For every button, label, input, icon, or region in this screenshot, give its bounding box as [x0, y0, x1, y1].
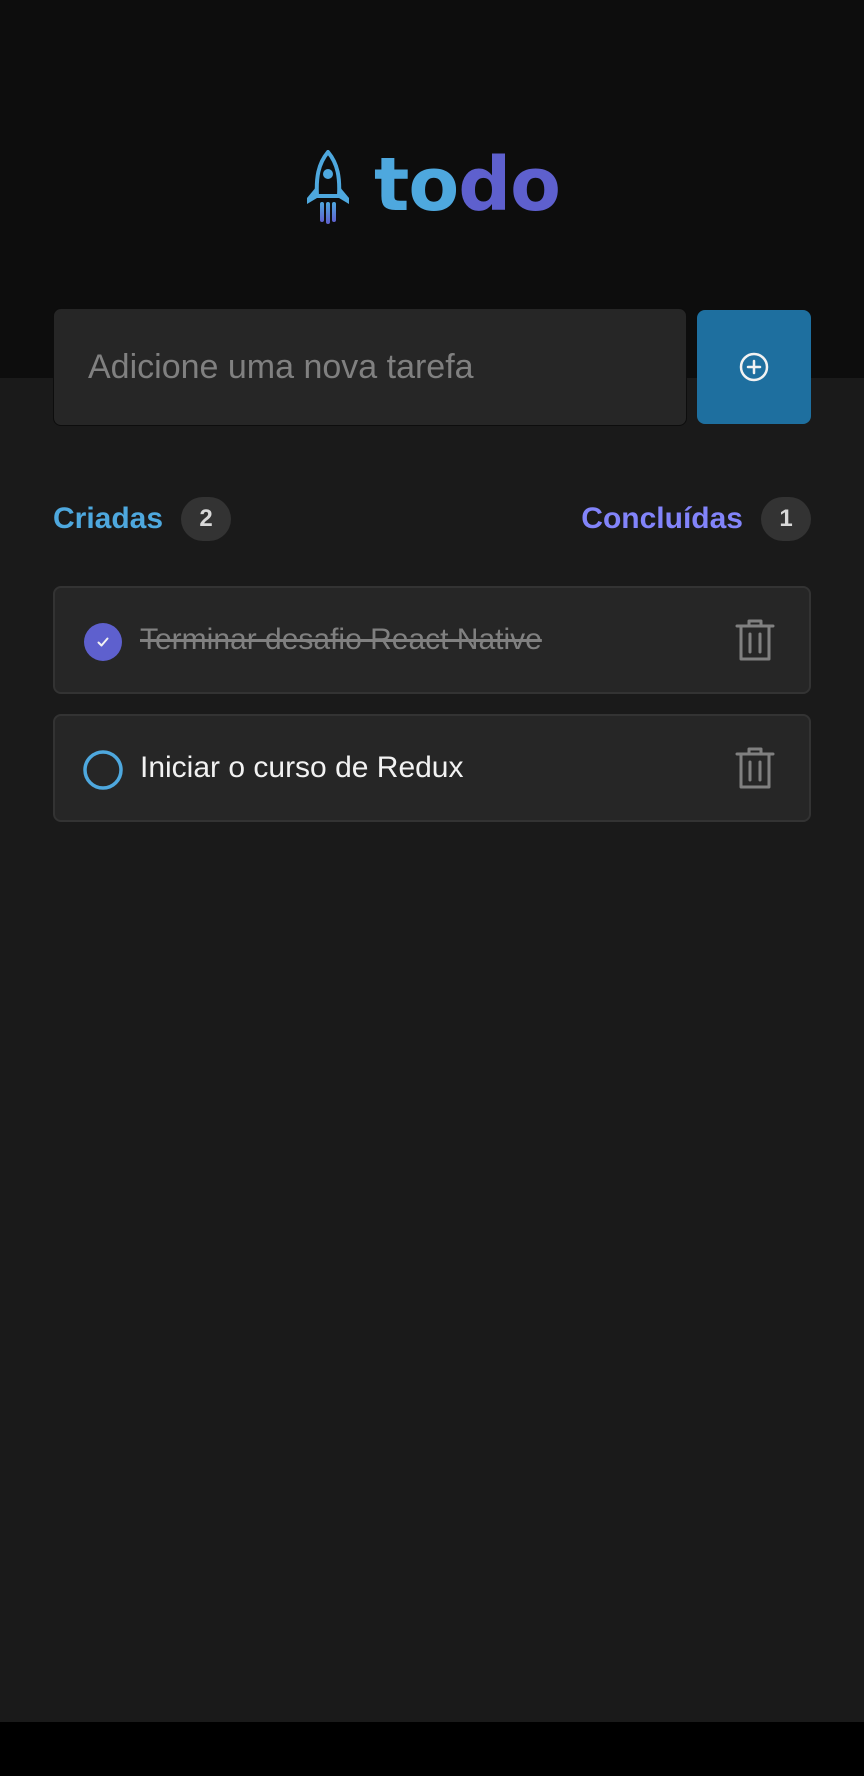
app-logo: todo	[0, 148, 864, 228]
trash-icon[interactable]	[735, 618, 775, 662]
checked-circle-icon[interactable]	[83, 622, 123, 662]
system-navigation-bar	[0, 1722, 864, 1776]
task-item: Iniciar o curso de Redux	[53, 714, 811, 822]
created-counter: Criadas 2	[53, 496, 232, 542]
logo-text: todo	[374, 148, 561, 222]
task-title: Terminar desafio React Native	[140, 623, 542, 656]
task-title: Iniciar o curso de Redux	[140, 751, 464, 784]
done-count-badge: 1	[761, 497, 811, 541]
logo-text-to: to	[373, 142, 459, 228]
task-counters: Criadas 2 Concluídas 1	[53, 496, 811, 542]
created-label: Criadas	[53, 502, 164, 535]
unchecked-circle-icon[interactable]	[83, 750, 123, 790]
task-item: Terminar desafio React Native	[53, 586, 811, 694]
trash-icon[interactable]	[735, 746, 775, 790]
task-list: Terminar desafio React Native Iniciar o …	[53, 586, 811, 842]
rocket-icon	[306, 150, 349, 224]
done-counter: Concluídas 1	[581, 496, 811, 542]
add-task-button[interactable]	[697, 310, 811, 424]
new-task-row	[53, 308, 811, 426]
done-label: Concluídas	[581, 502, 743, 535]
plus-circle-icon	[739, 352, 769, 382]
new-task-input[interactable]	[53, 308, 687, 426]
logo-text-do: do	[458, 142, 561, 228]
created-count-badge: 2	[181, 497, 232, 541]
